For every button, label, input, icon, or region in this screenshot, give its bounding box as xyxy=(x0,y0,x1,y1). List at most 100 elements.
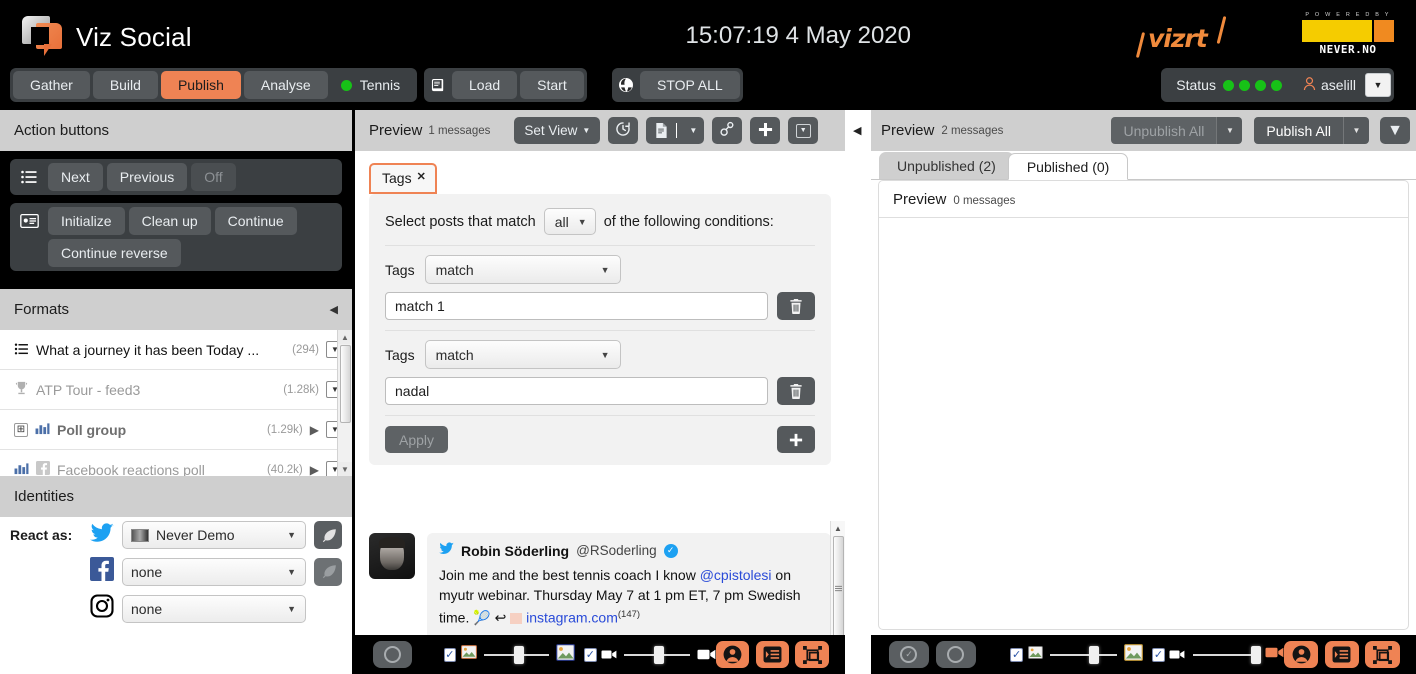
format-row-atp-tour[interactable]: ATP Tour - feed3 (1.28k) ▼ xyxy=(0,370,352,410)
video-size-slider[interactable] xyxy=(624,645,690,664)
format-row-journey[interactable]: What a journey it has been Today ... (29… xyxy=(0,330,352,370)
video-size-slider[interactable] xyxy=(1192,645,1262,664)
publish-all-dropdown[interactable]: ▼ xyxy=(1343,117,1369,144)
image-toggle-checkbox[interactable]: ✓ xyxy=(443,647,457,662)
twitter-icon xyxy=(90,522,114,548)
chevron-down-icon: ▼ xyxy=(600,349,610,360)
panel-collapse-icon[interactable]: ◀ xyxy=(853,124,861,137)
publish-all-button[interactable]: Publish All xyxy=(1254,117,1343,144)
expand-icon[interactable]: ⊞ xyxy=(14,422,28,437)
delete-condition-button[interactable] xyxy=(777,377,815,405)
format-row-poll-group[interactable]: ⊞ Poll group (1.29k) ▶ ▼ xyxy=(0,410,352,450)
scroll-up-icon[interactable]: ▲ xyxy=(831,521,845,535)
instagram-identity-select[interactable]: none ▼ xyxy=(122,594,306,623)
crop-view-button[interactable] xyxy=(1365,641,1400,668)
action-next-button[interactable]: Next xyxy=(48,163,103,191)
view-options-button[interactable]: ▼ xyxy=(788,117,819,144)
scroll-up-icon[interactable]: ▲ xyxy=(338,330,352,344)
right-view-options-button[interactable]: ▼ xyxy=(1380,117,1410,144)
nav-analyse[interactable]: Analyse xyxy=(243,71,328,99)
facebook-compose-button[interactable] xyxy=(314,557,342,586)
condition-field-label: Tags xyxy=(385,261,415,278)
play-icon[interactable]: ▶ xyxy=(310,463,319,477)
twitter-icon xyxy=(439,542,454,559)
tweet-link[interactable]: instagram.com xyxy=(526,610,618,626)
condition-operator-select[interactable]: match ▼ xyxy=(424,255,621,284)
condition-value-input[interactable] xyxy=(385,377,768,405)
filter-match-line: Select posts that match all ▼ of the fol… xyxy=(385,208,815,235)
document-dropdown-button[interactable]: ▼ xyxy=(646,117,705,144)
format-row-facebook-reactions[interactable]: Facebook reactions poll (40.2k) ▶ ▼ xyxy=(0,450,352,476)
history-icon xyxy=(615,121,631,140)
action-previous-button[interactable]: Previous xyxy=(106,163,188,191)
caption-view-button[interactable] xyxy=(755,641,790,668)
action-continue-button[interactable]: Continue xyxy=(214,207,297,235)
center-panel-subtitle: 1 messages xyxy=(428,124,491,137)
scroll-thumb[interactable] xyxy=(833,536,844,641)
user-dropdown-button[interactable]: ▼ xyxy=(1365,73,1391,97)
add-button[interactable] xyxy=(750,117,781,144)
action-continue-reverse-button[interactable]: Continue reverse xyxy=(48,239,181,267)
identity-value: Never Demo xyxy=(156,527,235,543)
load-button[interactable]: Load xyxy=(452,71,518,99)
add-condition-button[interactable] xyxy=(777,426,815,453)
video-large-icon xyxy=(1265,646,1284,664)
delete-condition-button[interactable] xyxy=(777,292,815,320)
crop-view-button[interactable] xyxy=(795,641,830,668)
twitter-compose-button[interactable] xyxy=(314,521,342,549)
chevron-down-icon[interactable]: ▼ xyxy=(682,126,704,135)
action-off-button[interactable]: Off xyxy=(191,163,236,191)
link-button[interactable] xyxy=(712,117,743,144)
action-buttons-title: Action buttons xyxy=(14,122,110,139)
formats-collapse-icon[interactable]: ◀ xyxy=(330,303,338,316)
match-mode-select[interactable]: all ▼ xyxy=(543,208,596,235)
document-icon[interactable] xyxy=(646,123,678,138)
channel-indicator[interactable]: Tennis xyxy=(331,77,414,93)
tab-published[interactable]: Published (0) xyxy=(1007,153,1129,180)
image-size-slider[interactable] xyxy=(1049,645,1117,664)
twitter-identity-select[interactable]: Never Demo ▼ xyxy=(122,521,306,549)
play-icon[interactable]: ▶ xyxy=(310,423,319,437)
user-view-button[interactable] xyxy=(1283,641,1319,668)
approve-all-button[interactable]: ✓ xyxy=(889,641,929,668)
close-icon[interactable]: ✕ xyxy=(417,170,426,183)
scroll-thumb[interactable] xyxy=(340,345,351,423)
tags-filter-chip[interactable]: Tags ✕ xyxy=(369,163,437,194)
unpublish-all-dropdown[interactable]: ▼ xyxy=(1216,117,1243,144)
identity-value: none xyxy=(131,600,163,617)
select-all-button[interactable] xyxy=(372,641,412,668)
action-cleanup-button[interactable]: Clean up xyxy=(128,207,211,235)
user-view-button[interactable] xyxy=(715,641,750,668)
tweet-mention[interactable]: @cpistolesi xyxy=(700,567,772,583)
condition-value-input[interactable] xyxy=(385,292,768,320)
image-toggle-checkbox[interactable]: ✓ xyxy=(1010,647,1024,662)
facebook-identity-select[interactable]: none ▼ xyxy=(122,557,306,586)
video-toggle-checkbox[interactable]: ✓ xyxy=(1152,647,1165,662)
tweet-header: Robin Söderling @RSoderling ✓ xyxy=(439,542,819,559)
nav-publish[interactable]: Publish xyxy=(160,71,241,99)
stop-all-button[interactable]: STOP ALL xyxy=(640,71,740,99)
set-view-button[interactable]: Set View ▼ xyxy=(514,117,601,144)
select-all-button[interactable] xyxy=(936,641,976,668)
history-button[interactable] xyxy=(608,117,639,144)
divider xyxy=(385,330,815,331)
image-size-slider[interactable] xyxy=(483,645,550,664)
scroll-down-icon[interactable]: ▼ xyxy=(338,462,352,476)
caption-view-button[interactable] xyxy=(1324,641,1359,668)
action-initialize-button[interactable]: Initialize xyxy=(48,207,125,235)
unpublish-all-button[interactable]: Unpublish All xyxy=(1111,117,1217,144)
run-controls: Load Start xyxy=(424,68,587,102)
apply-button[interactable]: Apply xyxy=(385,426,449,453)
right-panel: Preview 2 messages Unpublish All ▼ Publi… xyxy=(871,110,1416,674)
filter-suffix-label: of the following conditions: xyxy=(603,213,774,230)
start-button[interactable]: Start xyxy=(520,71,584,99)
publish-tabs: Unpublished (2) Published (0) xyxy=(871,151,1416,180)
formats-scrollbar[interactable]: ▲ ▼ xyxy=(337,330,352,476)
chevron-down-icon: ▼ xyxy=(577,216,587,227)
nav-build[interactable]: Build xyxy=(92,71,158,99)
nav-gather[interactable]: Gather xyxy=(13,71,90,99)
tab-unpublished[interactable]: Unpublished (2) xyxy=(879,152,1014,179)
user-menu[interactable]: aselill xyxy=(1297,76,1362,94)
video-toggle-checkbox[interactable]: ✓ xyxy=(584,647,597,662)
condition-operator-select[interactable]: match ▼ xyxy=(424,340,621,369)
